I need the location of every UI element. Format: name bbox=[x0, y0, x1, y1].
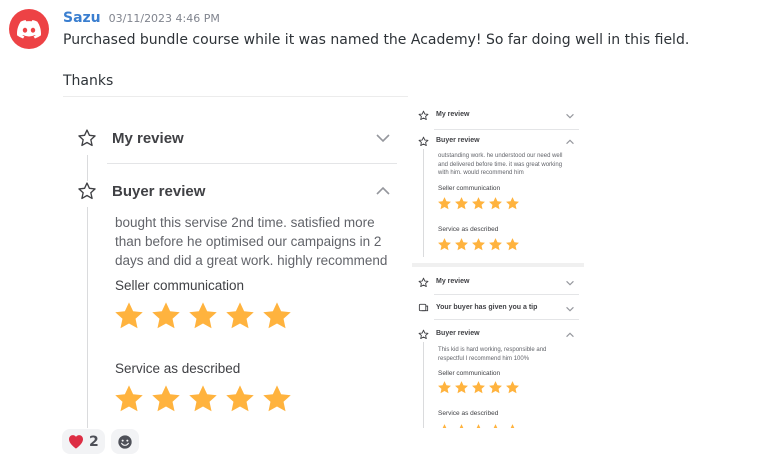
review-text: This kid is hard working, responsible an… bbox=[438, 347, 547, 362]
star-filled-icon bbox=[476, 424, 481, 428]
star-filled-icon bbox=[455, 197, 468, 210]
star-outline-icon bbox=[418, 277, 429, 288]
service-as-described-stars-partial bbox=[437, 423, 520, 428]
seller-communication-label: Seller communication bbox=[115, 278, 245, 293]
star-filled-icon bbox=[263, 385, 291, 412]
author-name[interactable]: Sazu bbox=[63, 10, 101, 26]
buyer-review-title: Buyer review bbox=[436, 137, 480, 144]
review-text: bought this servise 2nd time. satisfied … bbox=[115, 215, 388, 268]
star-filled-icon bbox=[506, 238, 519, 251]
chevron-up-icon bbox=[376, 186, 390, 195]
star-filled-icon bbox=[506, 381, 519, 394]
star-filled-icon bbox=[263, 302, 291, 329]
chevron-down-icon bbox=[566, 306, 574, 312]
star-filled-icon bbox=[455, 381, 468, 394]
message-text: Purchased bundle course while it was nam… bbox=[63, 32, 690, 48]
seller-communication-label: Seller communication bbox=[438, 370, 501, 377]
chevron-up-icon bbox=[566, 332, 574, 338]
star-filled-icon bbox=[152, 385, 180, 412]
star-filled-icon bbox=[472, 381, 485, 394]
buyer-review-title: Buyer review bbox=[436, 330, 480, 337]
avatar[interactable] bbox=[9, 9, 49, 49]
reaction-heart[interactable]: 2 bbox=[62, 429, 105, 454]
add-reaction-icon bbox=[118, 434, 132, 449]
star-filled-icon bbox=[493, 424, 498, 428]
service-as-described-stars bbox=[437, 237, 520, 252]
service-as-described-label: Service as described bbox=[438, 226, 499, 233]
review-text: outstanding work. he understood our need… bbox=[438, 153, 563, 176]
chevron-down-icon bbox=[376, 134, 390, 143]
service-as-described-stars bbox=[113, 383, 293, 415]
star-outline-icon bbox=[78, 182, 96, 200]
seller-communication-stars bbox=[437, 380, 520, 395]
chevron-down-icon bbox=[566, 113, 574, 119]
star-filled-icon bbox=[438, 381, 451, 394]
star-filled-icon bbox=[472, 197, 485, 210]
star-filled-icon bbox=[189, 385, 217, 412]
star-filled-icon bbox=[226, 302, 254, 329]
attachment-image-left[interactable]: My review Buyer review bought this servi… bbox=[63, 96, 408, 428]
star-filled-icon bbox=[472, 238, 485, 251]
service-as-described-label: Service as described bbox=[115, 361, 241, 376]
star-filled-icon bbox=[510, 424, 515, 428]
message-header: Sazu 03/11/2023 4:46 PM bbox=[63, 10, 220, 26]
seller-communication-stars bbox=[113, 300, 293, 332]
my-review-title: My review bbox=[436, 111, 470, 118]
star-outline-icon bbox=[418, 136, 429, 147]
star-filled-icon bbox=[459, 424, 464, 428]
star-filled-icon bbox=[438, 238, 451, 251]
my-review-title: My review bbox=[112, 130, 184, 147]
star-outline-icon bbox=[418, 110, 429, 121]
star-filled-icon bbox=[506, 197, 519, 210]
star-outline-icon bbox=[418, 329, 429, 340]
star-filled-icon bbox=[455, 238, 468, 251]
heart-icon bbox=[69, 435, 83, 449]
tip-icon bbox=[418, 303, 429, 312]
star-filled-icon bbox=[226, 385, 254, 412]
my-review-title: My review bbox=[436, 278, 470, 285]
message-timestamp: 03/11/2023 4:46 PM bbox=[108, 12, 220, 25]
message-text-thanks: Thanks bbox=[63, 73, 114, 89]
service-as-described-label: Service as described bbox=[438, 410, 499, 417]
add-reaction-button[interactable] bbox=[110, 429, 139, 454]
star-filled-icon bbox=[438, 197, 451, 210]
star-filled-icon bbox=[115, 302, 143, 329]
star-filled-icon bbox=[152, 302, 180, 329]
chevron-up-icon bbox=[566, 139, 574, 145]
star-filled-icon bbox=[115, 385, 143, 412]
seller-communication-label: Seller communication bbox=[438, 185, 501, 192]
buyer-review-title: Buyer review bbox=[112, 183, 206, 200]
star-filled-icon bbox=[489, 197, 502, 210]
chevron-down-icon bbox=[566, 280, 574, 286]
attachment-image-right[interactable]: My review Buyer review outstanding work.… bbox=[412, 96, 584, 428]
star-filled-icon bbox=[489, 238, 502, 251]
star-filled-icon bbox=[189, 302, 217, 329]
star-filled-icon bbox=[489, 381, 502, 394]
star-outline-icon bbox=[78, 129, 96, 147]
tip-title: Your buyer has given you a tip bbox=[436, 304, 538, 311]
reaction-count: 2 bbox=[89, 433, 99, 450]
discord-logo-icon bbox=[17, 19, 41, 38]
reactions-bar: 2 bbox=[62, 429, 139, 454]
star-filled-icon bbox=[442, 424, 447, 428]
seller-communication-stars bbox=[437, 196, 520, 211]
